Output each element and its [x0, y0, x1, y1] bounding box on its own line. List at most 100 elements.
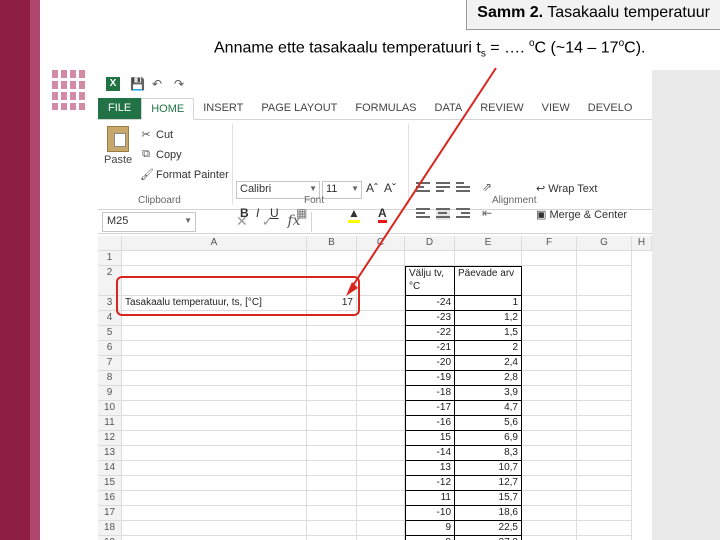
grid-cell[interactable] — [307, 386, 357, 401]
save-icon[interactable]: 💾 — [130, 78, 145, 90]
orientation-icon[interactable]: ⇗ — [482, 180, 492, 194]
row-header[interactable]: 6 — [98, 341, 122, 356]
grid-cell[interactable] — [307, 416, 357, 431]
merge-center-button[interactable]: ▣ Merge & Center — [536, 208, 627, 221]
days-cell[interactable]: 6,9 — [455, 431, 522, 446]
tab-file[interactable]: FILE — [98, 98, 142, 119]
temperature-cell[interactable]: -20 — [405, 356, 455, 371]
grid-cell[interactable] — [577, 341, 632, 356]
days-cell[interactable]: 10,7 — [455, 461, 522, 476]
grid-cell[interactable] — [522, 386, 577, 401]
grid-cell[interactable] — [357, 416, 405, 431]
grid-cell[interactable] — [577, 476, 632, 491]
grid-cell[interactable] — [522, 296, 577, 311]
column-header[interactable]: A — [122, 236, 307, 251]
name-box[interactable]: M25 ▼ — [102, 211, 196, 232]
align-left-icon[interactable] — [416, 208, 430, 220]
grid-cell[interactable] — [307, 476, 357, 491]
row-header[interactable]: 19 — [98, 536, 122, 540]
temperature-cell[interactable]: 13 — [405, 461, 455, 476]
row-header[interactable]: 8 — [98, 371, 122, 386]
temperature-cell[interactable]: -22 — [405, 326, 455, 341]
grid-cell[interactable] — [577, 506, 632, 521]
grid-cell[interactable] — [307, 446, 357, 461]
grid-cell[interactable] — [577, 296, 632, 311]
grid-cell[interactable] — [122, 326, 307, 341]
days-cell[interactable]: 2 — [455, 341, 522, 356]
tab-developer[interactable]: DEVELO — [579, 98, 642, 119]
italic-button[interactable]: I — [256, 206, 259, 220]
days-cell[interactable]: 3,9 — [455, 386, 522, 401]
days-cell[interactable]: 2,4 — [455, 356, 522, 371]
row-header[interactable]: 1 — [98, 251, 122, 266]
grid-cell[interactable] — [307, 401, 357, 416]
grid-cell[interactable] — [357, 491, 405, 506]
grid-cell[interactable] — [522, 326, 577, 341]
temperature-cell[interactable]: -19 — [405, 371, 455, 386]
grid-cell[interactable] — [122, 401, 307, 416]
grid-cell[interactable] — [307, 251, 357, 266]
grid-cell[interactable] — [577, 416, 632, 431]
grid-cell[interactable] — [522, 371, 577, 386]
grid-cell[interactable] — [357, 521, 405, 536]
format-painter-button[interactable]: 🖌 Format Painter — [140, 168, 229, 182]
grid-cell[interactable] — [122, 251, 307, 266]
grid-cell[interactable] — [122, 536, 307, 540]
grid-cell[interactable] — [522, 341, 577, 356]
grid-cell[interactable] — [577, 446, 632, 461]
row-header[interactable]: 10 — [98, 401, 122, 416]
grid-cell[interactable] — [122, 461, 307, 476]
grid-cell[interactable] — [307, 536, 357, 540]
temperature-cell[interactable]: -10 — [405, 506, 455, 521]
tab-review[interactable]: REVIEW — [471, 98, 532, 119]
row-header[interactable]: 7 — [98, 356, 122, 371]
grid-cell[interactable] — [577, 266, 632, 296]
days-cell[interactable]: 5,6 — [455, 416, 522, 431]
grid-cell[interactable] — [577, 251, 632, 266]
grid-cell[interactable] — [122, 506, 307, 521]
row-header[interactable]: 15 — [98, 476, 122, 491]
align-middle-icon[interactable] — [436, 182, 450, 194]
grid-cell[interactable] — [522, 536, 577, 540]
grid-cell[interactable] — [522, 416, 577, 431]
temperature-cell[interactable]: -21 — [405, 341, 455, 356]
temperature-cell[interactable]: -18 — [405, 386, 455, 401]
select-all-corner[interactable] — [98, 236, 122, 251]
copy-button[interactable]: ⧉ Copy — [140, 148, 182, 161]
borders-icon[interactable]: ▦ — [296, 206, 307, 220]
grid-cell[interactable] — [577, 491, 632, 506]
header-cell-temperature[interactable]: Välju tv, °C — [405, 266, 455, 296]
grid-cell[interactable] — [357, 356, 405, 371]
temperature-cell[interactable]: 15 — [405, 431, 455, 446]
grid-cell[interactable] — [357, 461, 405, 476]
grid-cell[interactable] — [577, 326, 632, 341]
grid-cell[interactable] — [122, 341, 307, 356]
grid-cell[interactable] — [307, 491, 357, 506]
grid-cell[interactable] — [357, 341, 405, 356]
days-cell[interactable]: 18,6 — [455, 506, 522, 521]
grid-cell[interactable] — [522, 521, 577, 536]
grid-cell[interactable] — [522, 431, 577, 446]
grid-cell[interactable] — [307, 341, 357, 356]
days-cell[interactable]: 1,5 — [455, 326, 522, 341]
grid-cell[interactable] — [577, 461, 632, 476]
column-header[interactable]: F — [522, 236, 577, 251]
row-header[interactable]: 16 — [98, 491, 122, 506]
grid-cell[interactable] — [577, 386, 632, 401]
grid-cell[interactable] — [357, 371, 405, 386]
row-header[interactable]: 13 — [98, 446, 122, 461]
grid-cell[interactable] — [307, 371, 357, 386]
grid-cell[interactable] — [357, 476, 405, 491]
header-cell-days[interactable]: Päevade arv — [455, 266, 522, 296]
grid-cell[interactable] — [522, 446, 577, 461]
grid-cell[interactable] — [307, 356, 357, 371]
row-header[interactable]: 9 — [98, 386, 122, 401]
grid-cell[interactable] — [455, 251, 522, 266]
row-header[interactable]: 5 — [98, 326, 122, 341]
cut-button[interactable]: ✂ Cut — [140, 128, 173, 142]
temperature-cell[interactable]: -17 — [405, 401, 455, 416]
tab-page-layout[interactable]: PAGE LAYOUT — [252, 98, 346, 119]
tab-insert[interactable]: INSERT — [194, 98, 252, 119]
tab-formulas[interactable]: FORMULAS — [346, 98, 425, 119]
grid-cell[interactable] — [122, 416, 307, 431]
